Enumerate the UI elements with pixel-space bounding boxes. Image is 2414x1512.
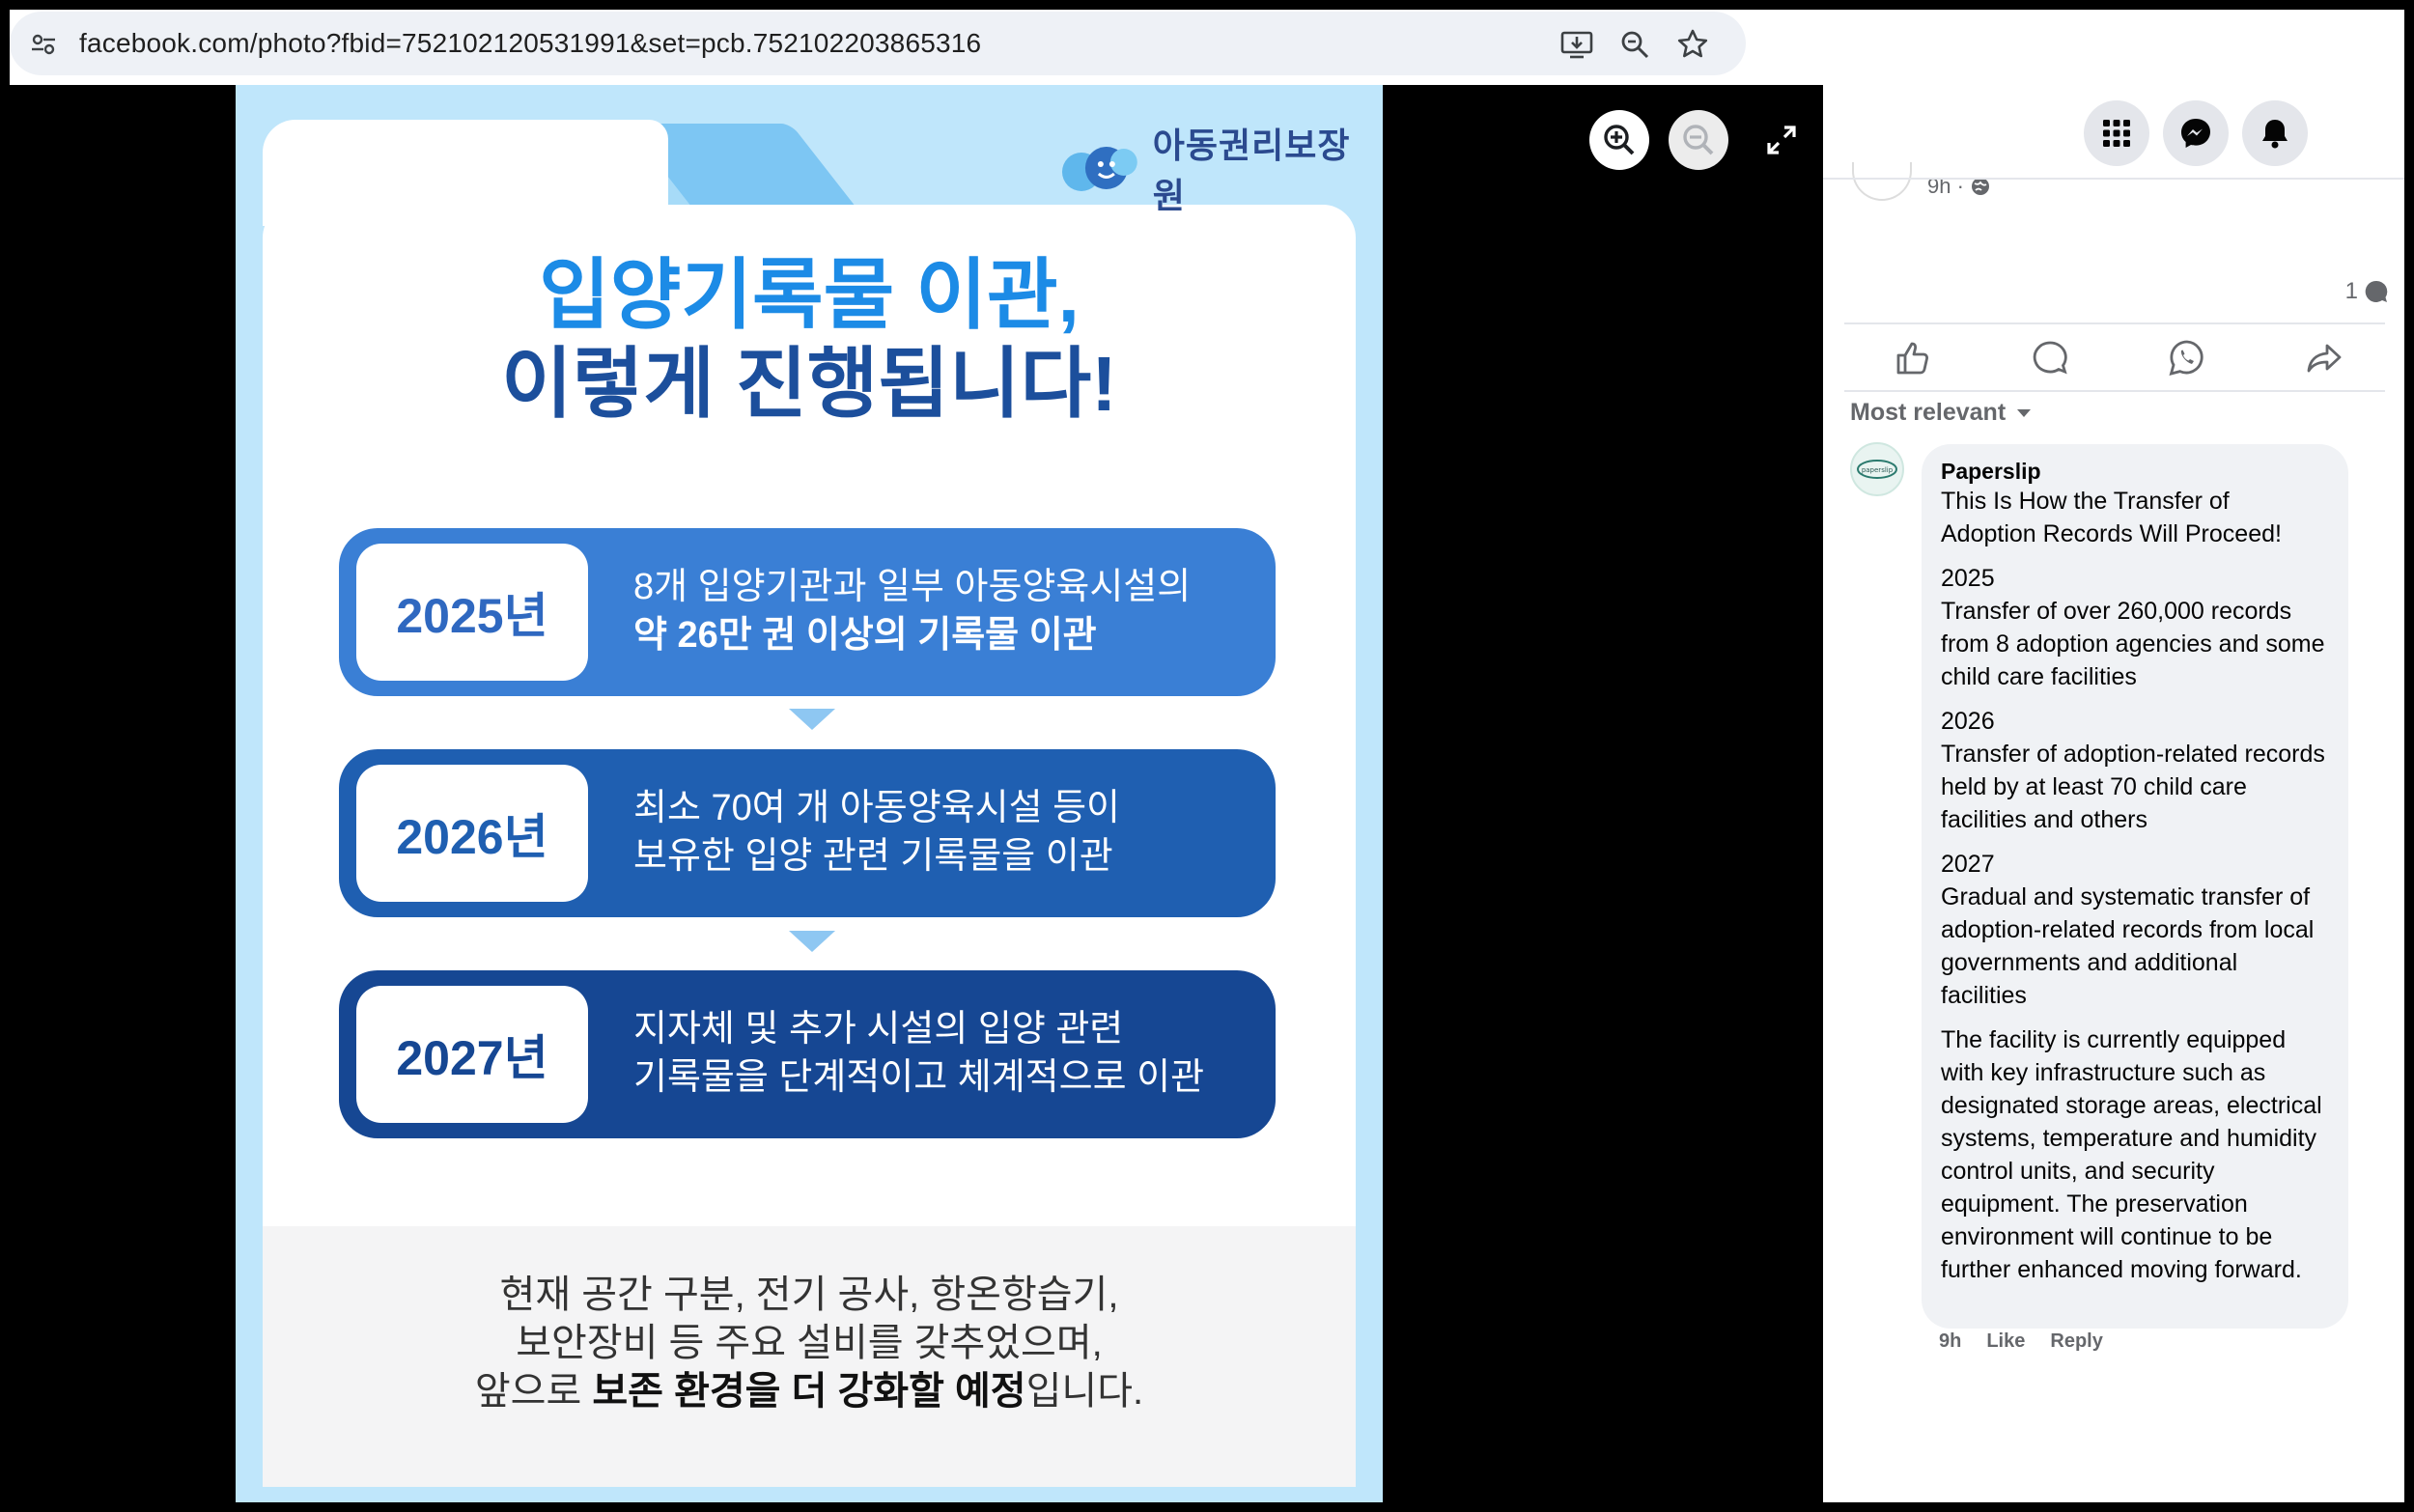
grid-menu-icon <box>2103 120 2130 147</box>
step-description: 최소 70여 개 아동양육시설 등이 보유한 입양 관련 기록물을 이관 <box>633 788 1121 877</box>
notifications-button[interactable] <box>2242 100 2308 166</box>
whatsapp-icon[interactable] <box>2167 338 2207 378</box>
menu-button[interactable] <box>2084 100 2149 166</box>
down-arrow-icon <box>789 931 835 952</box>
step-year: 2027년 <box>356 986 588 1123</box>
bookmark-star-icon[interactable] <box>1674 26 1711 63</box>
paperslip-logo-icon: paperslip <box>1857 460 1897 479</box>
header-divider <box>1823 178 2404 180</box>
messenger-button[interactable] <box>2163 100 2229 166</box>
share-icon[interactable] <box>2304 338 2344 378</box>
headline-line-1: 입양기록물 이관, <box>539 252 1080 338</box>
comment-paragraph: 2025 Transfer of over 260,000 records fr… <box>1941 565 2325 690</box>
caret-down-icon <box>2017 408 2032 417</box>
brand-emblem-icon <box>1061 147 1137 191</box>
browser-address-bar: facebook.com/photo?fbid=752102120531991&… <box>10 10 2404 85</box>
url-text[interactable]: facebook.com/photo?fbid=752102120531991&… <box>79 28 981 59</box>
url-field[interactable]: facebook.com/photo?fbid=752102120531991&… <box>10 12 1746 75</box>
step-description: 8개 입양기관과 일부 아동양육시설의 약 26만 권 이상의 기록물 이관 <box>633 567 1192 656</box>
comment-bubble: Paperslip This Is How the Transfer of Ad… <box>1922 444 2348 1329</box>
comment-author[interactable]: Paperslip <box>1941 458 2329 485</box>
comments-sidebar: 9h · 1 Most relevant paperslip Paperslip… <box>1823 85 2404 1502</box>
comment-like-link[interactable]: Like <box>1986 1330 2025 1353</box>
comment-paragraph: 2026 Transfer of adoption-related record… <box>1941 708 2325 833</box>
like-icon[interactable] <box>1893 338 1933 378</box>
install-app-icon[interactable] <box>1558 26 1595 63</box>
fullscreen-icon <box>1767 126 1796 154</box>
zoom-out-icon <box>1683 125 1714 155</box>
page-avatar[interactable] <box>1852 162 1912 201</box>
actions-divider <box>1844 390 2385 392</box>
photo-viewer: 아동권리보장원 입양기록물 이관, 이렇게 진행됩니다! 2025년 8개 입양… <box>10 85 1823 1502</box>
messenger-icon <box>2181 119 2210 148</box>
timeline-step-2027: 2027년 지자체 및 추가 시설의 입양 관련 기록물을 단계적이고 체계적으… <box>339 970 1276 1138</box>
post-photo: 아동권리보장원 입양기록물 이관, 이렇게 진행됩니다! 2025년 8개 입양… <box>236 85 1383 1502</box>
comment-bubble-icon <box>2365 280 2388 302</box>
comment-body: This Is How the Transfer of Adoption Rec… <box>1941 485 2329 1286</box>
commenter-avatar[interactable]: paperslip <box>1850 442 1904 496</box>
bell-icon <box>2262 120 2288 149</box>
sort-dropdown[interactable]: Most relevant <box>1850 399 2033 427</box>
zoom-in-button[interactable] <box>1589 110 1649 170</box>
comment-icon[interactable] <box>2030 338 2070 378</box>
comment-time[interactable]: 9h <box>1939 1330 1961 1353</box>
headline-line-2: 이렇게 진행됩니다! <box>501 341 1117 427</box>
brand-name: 아동권리보장원 <box>1152 126 1351 215</box>
headline: 입양기록물 이관, 이렇게 진행됩니다! <box>236 251 1383 429</box>
step-year: 2026년 <box>356 765 588 902</box>
comment-actions: 9h Like Reply <box>1939 1330 2103 1353</box>
timeline-step-2026: 2026년 최소 70여 개 아동양육시설 등이 보유한 입양 관련 기록물을 … <box>339 749 1276 917</box>
comment-paragraph: This Is How the Transfer of Adoption Rec… <box>1941 488 2282 547</box>
comment-count[interactable]: 1 <box>2345 278 2389 305</box>
svg-text:paperslip: paperslip <box>1862 466 1894 474</box>
zoom-in-icon <box>1604 125 1635 155</box>
comment-reply-link[interactable]: Reply <box>2050 1330 2102 1353</box>
brand-logo: 아동권리보장원 <box>1056 118 1383 218</box>
comment-paragraph: 2027 Gradual and systematic transfer of … <box>1941 851 2315 1009</box>
comment-paragraph: The facility is currently equipped with … <box>1941 1026 2322 1283</box>
timeline-step-2025: 2025년 8개 입양기관과 일부 아동양육시설의 약 26만 권 이상의 기록… <box>339 528 1276 696</box>
down-arrow-icon <box>789 709 835 730</box>
zoom-icon[interactable] <box>1616 26 1653 63</box>
step-description: 지자체 및 추가 시설의 입양 관련 기록물을 단계적이고 체계적으로 이관 <box>633 1009 1205 1098</box>
actions-divider <box>1844 322 2385 324</box>
footer-text: 현재 공간 구분, 전기 공사, 항온항습기, 보안장비 등 주요 설비를 갖추… <box>474 1274 1144 1413</box>
zoom-out-button[interactable] <box>1669 110 1728 170</box>
step-year: 2025년 <box>356 544 588 681</box>
fullscreen-button[interactable] <box>1752 110 1811 170</box>
site-settings-icon[interactable] <box>29 30 58 59</box>
